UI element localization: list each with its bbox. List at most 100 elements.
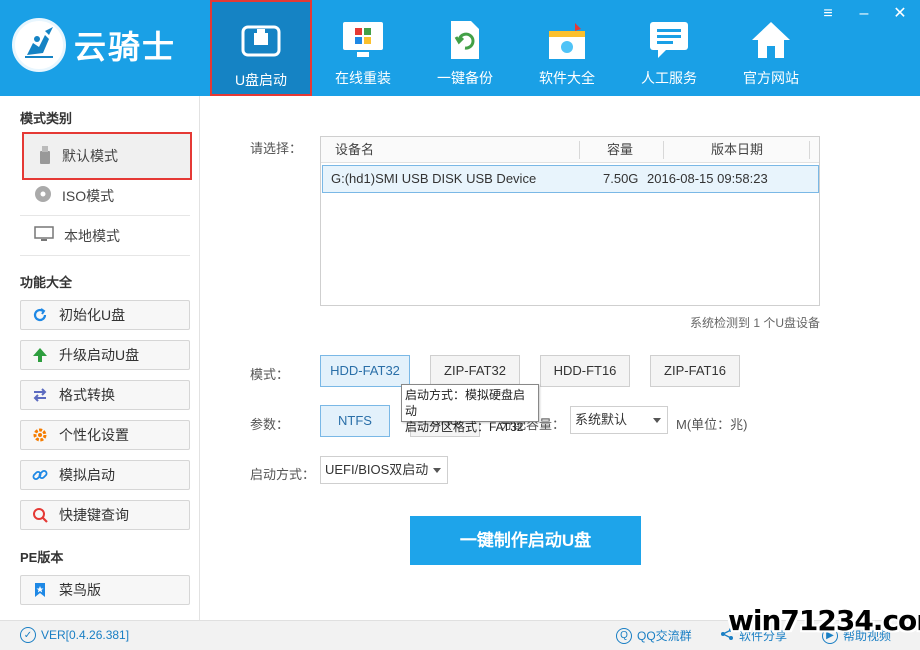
version-info[interactable]: ✓ VER[0.4.26.381]	[20, 627, 129, 643]
mode-zip-fat32-button[interactable]: ZIP-FAT32	[430, 355, 520, 387]
nav-label: 一键备份	[437, 70, 493, 86]
col-divider	[809, 141, 810, 159]
chevron-down-icon	[433, 468, 441, 473]
detect-status: 系统检测到 1 个U盘设备	[689, 316, 820, 330]
mode-label: 模式：	[250, 367, 290, 382]
nav-label: U盘启动	[234, 72, 288, 88]
tooltip-line: 启动分区格式：FAT32	[405, 420, 524, 434]
init-usb-button[interactable]: 初始化U盘	[20, 300, 190, 330]
minimize-icon[interactable]: –	[854, 6, 874, 22]
nav-website[interactable]: 官方网站	[720, 0, 822, 96]
personalize-button[interactable]: 个性化设置	[20, 420, 190, 450]
nav-label: 官方网站	[743, 70, 799, 86]
boot-mode-value: UEFI/BIOS双启动	[325, 462, 429, 477]
menu-icon[interactable]: ≡	[818, 6, 838, 22]
mode-label: ISO模式	[62, 187, 115, 204]
param-ntfs-button[interactable]: NTFS	[320, 405, 390, 437]
upgrade-usb-button[interactable]: 升级启动U盘	[20, 340, 190, 370]
nav-backup[interactable]: 一键备份	[414, 0, 516, 96]
mode-section-title: 模式类别	[20, 111, 73, 126]
swap-icon	[31, 386, 49, 404]
monitor-icon	[34, 225, 54, 246]
qq-icon: Q	[616, 627, 632, 644]
nav-label: 人工服务	[641, 70, 697, 86]
func-label: 格式转换	[59, 387, 115, 403]
select-device-label: 请选择：	[250, 141, 303, 156]
logo-text: 云骑士	[74, 28, 177, 66]
pe-section-title: PE版本	[20, 550, 64, 565]
function-section-title: 功能大全	[20, 275, 73, 290]
software-box-icon	[545, 18, 589, 62]
arrow-up-icon	[31, 346, 49, 364]
refresh-icon	[31, 306, 49, 324]
chevron-down-circle-icon: ✓	[20, 627, 36, 643]
mode-tooltip: 启动方式：模拟硬盘启动 启动分区格式：FAT32	[401, 384, 539, 434]
main-nav: U盘启动 在线重装 一键备份 软件大全 人工服务 官方网站	[210, 0, 822, 96]
mode-hdd-fat32-button[interactable]: HDD-FAT32	[320, 355, 410, 387]
link-icon	[31, 466, 49, 484]
mode-zip-fat16-button[interactable]: ZIP-FAT16	[650, 355, 740, 387]
gear-icon	[31, 426, 49, 444]
chat-service-icon	[647, 18, 691, 62]
boot-mode-label: 启动方式：	[250, 467, 316, 482]
mode-iso[interactable]: ISO模式	[20, 176, 190, 216]
cell-capacity: 7.50G	[603, 171, 639, 186]
func-label: 个性化设置	[59, 427, 129, 443]
pe-novice-button[interactable]: 菜鸟版	[20, 575, 190, 605]
hotkey-query-button[interactable]: 快捷键查询	[20, 500, 190, 530]
col-header-capacity: 容量	[607, 142, 634, 157]
nav-usb-boot[interactable]: U盘启动	[210, 0, 312, 96]
func-label: 菜鸟版	[59, 582, 101, 598]
simulate-boot-button[interactable]: 模拟启动	[20, 460, 190, 490]
nav-online-reinstall[interactable]: 在线重装	[312, 0, 414, 96]
partition-select[interactable]: 系统默认	[570, 406, 668, 434]
col-header-date: 版本日期	[711, 142, 764, 157]
backup-icon	[443, 18, 487, 62]
qq-group-text: QQ交流群	[637, 629, 692, 643]
usb-drive-icon	[239, 20, 283, 64]
chevron-down-icon	[653, 418, 661, 423]
col-divider	[663, 141, 664, 159]
disc-icon	[34, 185, 52, 206]
mode-local[interactable]: 本地模式	[20, 216, 190, 256]
sidebar: 模式类别 默认模式 ISO模式 本地模式 功能大全 初始化U盘 升级启动U盘 格…	[0, 96, 200, 620]
nav-label: 软件大全	[539, 70, 595, 86]
mode-hdd-fat16-button[interactable]: HDD-FT16	[540, 355, 630, 387]
func-label: 模拟启动	[59, 467, 115, 483]
func-label: 快捷键查询	[59, 507, 129, 523]
col-header-device: 设备名	[335, 142, 375, 157]
tooltip-line: 启动方式：模拟硬盘启动	[405, 388, 526, 418]
partition-value: 系统默认	[575, 412, 628, 427]
qq-group-link[interactable]: Q QQ交流群	[616, 627, 692, 644]
mode-label: 本地模式	[64, 227, 120, 244]
window-controls: ≡ – ✕	[818, 6, 910, 22]
close-icon[interactable]: ✕	[890, 6, 910, 22]
cell-date: 2016-08-15 09:58:23	[647, 171, 768, 186]
nav-label: 在线重装	[335, 70, 391, 86]
version-text: VER[0.4.26.381]	[41, 628, 130, 642]
make-boot-usb-button[interactable]: 一键制作启动U盘	[410, 516, 641, 565]
func-label: 初始化U盘	[59, 307, 126, 323]
col-divider	[579, 141, 580, 159]
mode-default[interactable]: 默认模式	[22, 132, 192, 180]
format-convert-button[interactable]: 格式转换	[20, 380, 190, 410]
nav-service[interactable]: 人工服务	[618, 0, 720, 96]
app-header: 云骑士 U盘启动 在线重装 一键备份 软件大全 人工服务 官方网站 ≡ – ✕	[0, 0, 920, 96]
device-table: 设备名 容量 版本日期 G:(hd1)SMI USB DISK USB Devi…	[320, 136, 820, 306]
mode-label: 默认模式	[62, 148, 118, 164]
search-icon	[31, 506, 49, 524]
boot-mode-select[interactable]: UEFI/BIOS双启动	[320, 456, 448, 484]
knight-logo-icon	[12, 18, 66, 72]
home-icon	[749, 18, 793, 62]
watermark: win71234.com	[728, 604, 920, 637]
nav-software[interactable]: 软件大全	[516, 0, 618, 96]
table-row[interactable]: G:(hd1)SMI USB DISK USB Device 7.50G 201…	[322, 165, 819, 193]
app-logo: 云骑士	[12, 18, 176, 72]
func-label: 升级启动U盘	[59, 347, 140, 363]
usb-drive-icon	[38, 145, 52, 168]
bookmark-icon	[31, 581, 49, 599]
param-label: 参数：	[250, 417, 290, 432]
windows-monitor-icon	[341, 18, 385, 62]
cell-device: G:(hd1)SMI USB DISK USB Device	[331, 171, 537, 186]
unit-label: M(单位：兆)	[676, 417, 748, 432]
